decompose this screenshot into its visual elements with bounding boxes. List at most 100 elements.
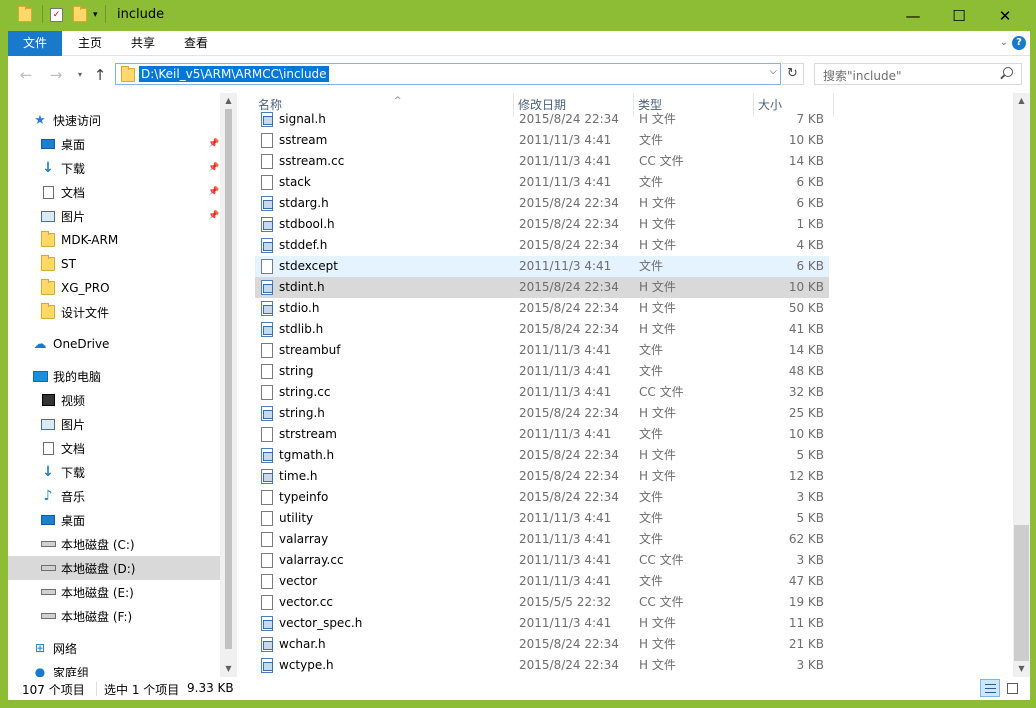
forward-arrow-icon[interactable]: → <box>46 66 66 84</box>
address-history-chevron-icon[interactable]: ⌵ <box>769 66 777 77</box>
file-row[interactable]: string.h 2015/8/24 22:34 H 文件 25 KB <box>255 403 829 424</box>
file-row[interactable]: stdio.h 2015/8/24 22:34 H 文件 50 KB <box>255 298 829 319</box>
tab-share[interactable]: 共享 <box>123 31 163 56</box>
up-arrow-icon[interactable]: ↑ <box>90 66 110 84</box>
file-name: time.h <box>279 469 318 483</box>
tab-view[interactable]: 查看 <box>176 31 216 56</box>
file-row[interactable]: vector 2011/11/3 4:41 文件 47 KB <box>255 571 829 592</box>
file-row[interactable]: vector_spec.h 2011/11/3 4:41 H 文件 11 KB <box>255 613 829 634</box>
recent-locations-chevron-icon[interactable]: ▾ <box>70 66 90 84</box>
new-folder-quick-icon[interactable] <box>73 6 87 24</box>
nav-item[interactable]: ↓ 下载 📌 <box>8 156 220 180</box>
file-row[interactable]: stdarg.h 2015/8/24 22:34 H 文件 6 KB <box>255 193 829 214</box>
nav-item[interactable]: 图片 <box>8 412 220 436</box>
properties-quick-icon[interactable]: ✓ <box>50 6 63 24</box>
back-arrow-icon[interactable]: ← <box>16 66 36 84</box>
maximize-button[interactable]: ☐ <box>936 0 982 31</box>
header-file-icon <box>261 406 273 421</box>
file-type: H 文件 <box>639 448 676 462</box>
file-list-scrollbar[interactable]: ▲ ▼ <box>1013 93 1030 677</box>
file-row[interactable]: stdint.h 2015/8/24 22:34 H 文件 10 KB <box>255 277 829 298</box>
file-name: vector_spec.h <box>279 616 363 630</box>
pin-icon[interactable]: 📌 <box>208 163 219 173</box>
file-row[interactable]: tgmath.h 2015/8/24 22:34 H 文件 5 KB <box>255 445 829 466</box>
tab-file[interactable]: 文件 <box>8 31 62 56</box>
file-row[interactable]: stdlib.h 2015/8/24 22:34 H 文件 41 KB <box>255 319 829 340</box>
pin-icon[interactable]: 📌 <box>208 187 219 197</box>
column-divider[interactable] <box>833 93 834 117</box>
nav-item-label: ST <box>61 257 76 271</box>
nav-item[interactable]: XG_PRO <box>8 276 220 300</box>
nav-item[interactable]: 桌面 📌 <box>8 132 220 156</box>
list-scroll-thumb[interactable] <box>1014 525 1029 661</box>
nav-item[interactable]: 本地磁盘 (D:) <box>8 556 220 580</box>
file-modified: 2015/8/24 22:34 <box>519 658 619 672</box>
file-row[interactable]: stddef.h 2015/8/24 22:34 H 文件 4 KB <box>255 235 829 256</box>
list-scroll-up-icon[interactable]: ▲ <box>1013 93 1030 109</box>
close-button[interactable]: ✕ <box>982 0 1028 31</box>
file-row[interactable]: stdexcept 2011/11/3 4:41 文件 6 KB <box>255 256 829 277</box>
header-file-icon <box>261 217 273 232</box>
file-row[interactable]: vector.cc 2015/5/5 22:32 CC 文件 19 KB <box>255 592 829 613</box>
download-icon: ↓ <box>42 160 54 176</box>
file-row[interactable]: wctype.h 2015/8/24 22:34 H 文件 3 KB <box>255 655 829 676</box>
file-row[interactable]: typeinfo 2015/8/24 22:34 文件 3 KB <box>255 487 829 508</box>
list-scroll-down-icon[interactable]: ▼ <box>1013 661 1030 677</box>
file-row[interactable]: sstream 2011/11/3 4:41 文件 10 KB <box>255 130 829 151</box>
tab-home[interactable]: 主页 <box>70 31 110 56</box>
nav-item[interactable]: ♪ 音乐 <box>8 484 220 508</box>
nav-item[interactable]: 设计文件 <box>8 300 220 324</box>
nav-item[interactable]: ↓ 下载 <box>8 460 220 484</box>
nav-scroll-down-icon[interactable]: ▼ <box>220 661 237 677</box>
file-row[interactable]: strstream 2011/11/3 4:41 文件 10 KB <box>255 424 829 445</box>
file-row[interactable]: signal.h 2015/8/24 22:34 H 文件 7 KB <box>255 109 829 130</box>
large-icons-view-icon[interactable] <box>1002 679 1022 697</box>
details-view-icon[interactable] <box>980 679 1000 697</box>
file-row[interactable]: valarray 2011/11/3 4:41 文件 62 KB <box>255 529 829 550</box>
nav-item[interactable]: 图片 📌 <box>8 204 220 228</box>
nav-item[interactable]: ⊞ 网络 <box>8 636 220 660</box>
file-row[interactable]: wchar.h 2015/8/24 22:34 H 文件 21 KB <box>255 634 829 655</box>
file-type: CC 文件 <box>639 154 684 168</box>
expand-ribbon-chevron-icon[interactable]: ⌄ <box>1000 37 1008 48</box>
nav-item[interactable]: 文档 <box>8 436 220 460</box>
address-path[interactable]: D:\Keil_v5\ARM\ARMCC\include <box>139 66 329 82</box>
file-modified: 2015/8/24 22:34 <box>519 112 619 126</box>
help-icon[interactable]: ? <box>1012 36 1026 50</box>
file-row[interactable]: utility 2011/11/3 4:41 文件 5 KB <box>255 508 829 529</box>
nav-item[interactable]: MDK-ARM <box>8 228 220 252</box>
nav-item-label: 桌面 <box>61 513 86 528</box>
file-row[interactable]: stack 2011/11/3 4:41 文件 6 KB <box>255 172 829 193</box>
search-icon[interactable] <box>1003 67 1013 77</box>
file-row[interactable]: string 2011/11/3 4:41 文件 48 KB <box>255 361 829 382</box>
file-row[interactable]: time.h 2015/8/24 22:34 H 文件 12 KB <box>255 466 829 487</box>
search-input[interactable]: 搜索"include" <box>814 63 1022 85</box>
title-bar: ✓ ▾ include — ☐ ✕ <box>0 0 1036 31</box>
nav-item[interactable]: 我的电脑 <box>8 364 220 388</box>
nav-item[interactable]: ● 家庭组 <box>8 660 220 677</box>
file-modified: 2015/8/24 22:34 <box>519 217 619 231</box>
nav-item[interactable]: ST <box>8 252 220 276</box>
nav-scroll-thumb[interactable] <box>225 109 232 649</box>
customize-toolbar-chevron-icon[interactable]: ▾ <box>93 6 98 24</box>
nav-item[interactable]: 文档 📌 <box>8 180 220 204</box>
file-row[interactable]: string.cc 2011/11/3 4:41 CC 文件 32 KB <box>255 382 829 403</box>
refresh-icon[interactable]: ↻ <box>782 63 804 85</box>
pin-icon[interactable]: 📌 <box>208 139 219 149</box>
file-row[interactable]: stdbool.h 2015/8/24 22:34 H 文件 1 KB <box>255 214 829 235</box>
nav-item[interactable]: 本地磁盘 (E:) <box>8 580 220 604</box>
nav-item[interactable]: 视频 <box>8 388 220 412</box>
nav-item[interactable]: 桌面 <box>8 508 220 532</box>
nav-item[interactable]: 本地磁盘 (F:) <box>8 604 220 628</box>
nav-item[interactable]: ★ 快速访问 <box>8 108 220 132</box>
file-row[interactable]: streambuf 2011/11/3 4:41 文件 14 KB <box>255 340 829 361</box>
pin-icon[interactable]: 📌 <box>208 211 219 221</box>
nav-scroll-up-icon[interactable]: ▲ <box>220 93 237 109</box>
file-row[interactable]: sstream.cc 2011/11/3 4:41 CC 文件 14 KB <box>255 151 829 172</box>
file-row[interactable]: valarray.cc 2011/11/3 4:41 CC 文件 3 KB <box>255 550 829 571</box>
address-bar[interactable]: D:\Keil_v5\ARM\ARMCC\include ⌵ <box>115 63 781 85</box>
nav-item[interactable]: ☁ OneDrive <box>8 332 220 356</box>
minimize-button[interactable]: — <box>890 0 936 31</box>
nav-item[interactable]: 本地磁盘 (C:) <box>8 532 220 556</box>
navigation-scrollbar[interactable]: ▲ ▼ <box>220 93 237 677</box>
